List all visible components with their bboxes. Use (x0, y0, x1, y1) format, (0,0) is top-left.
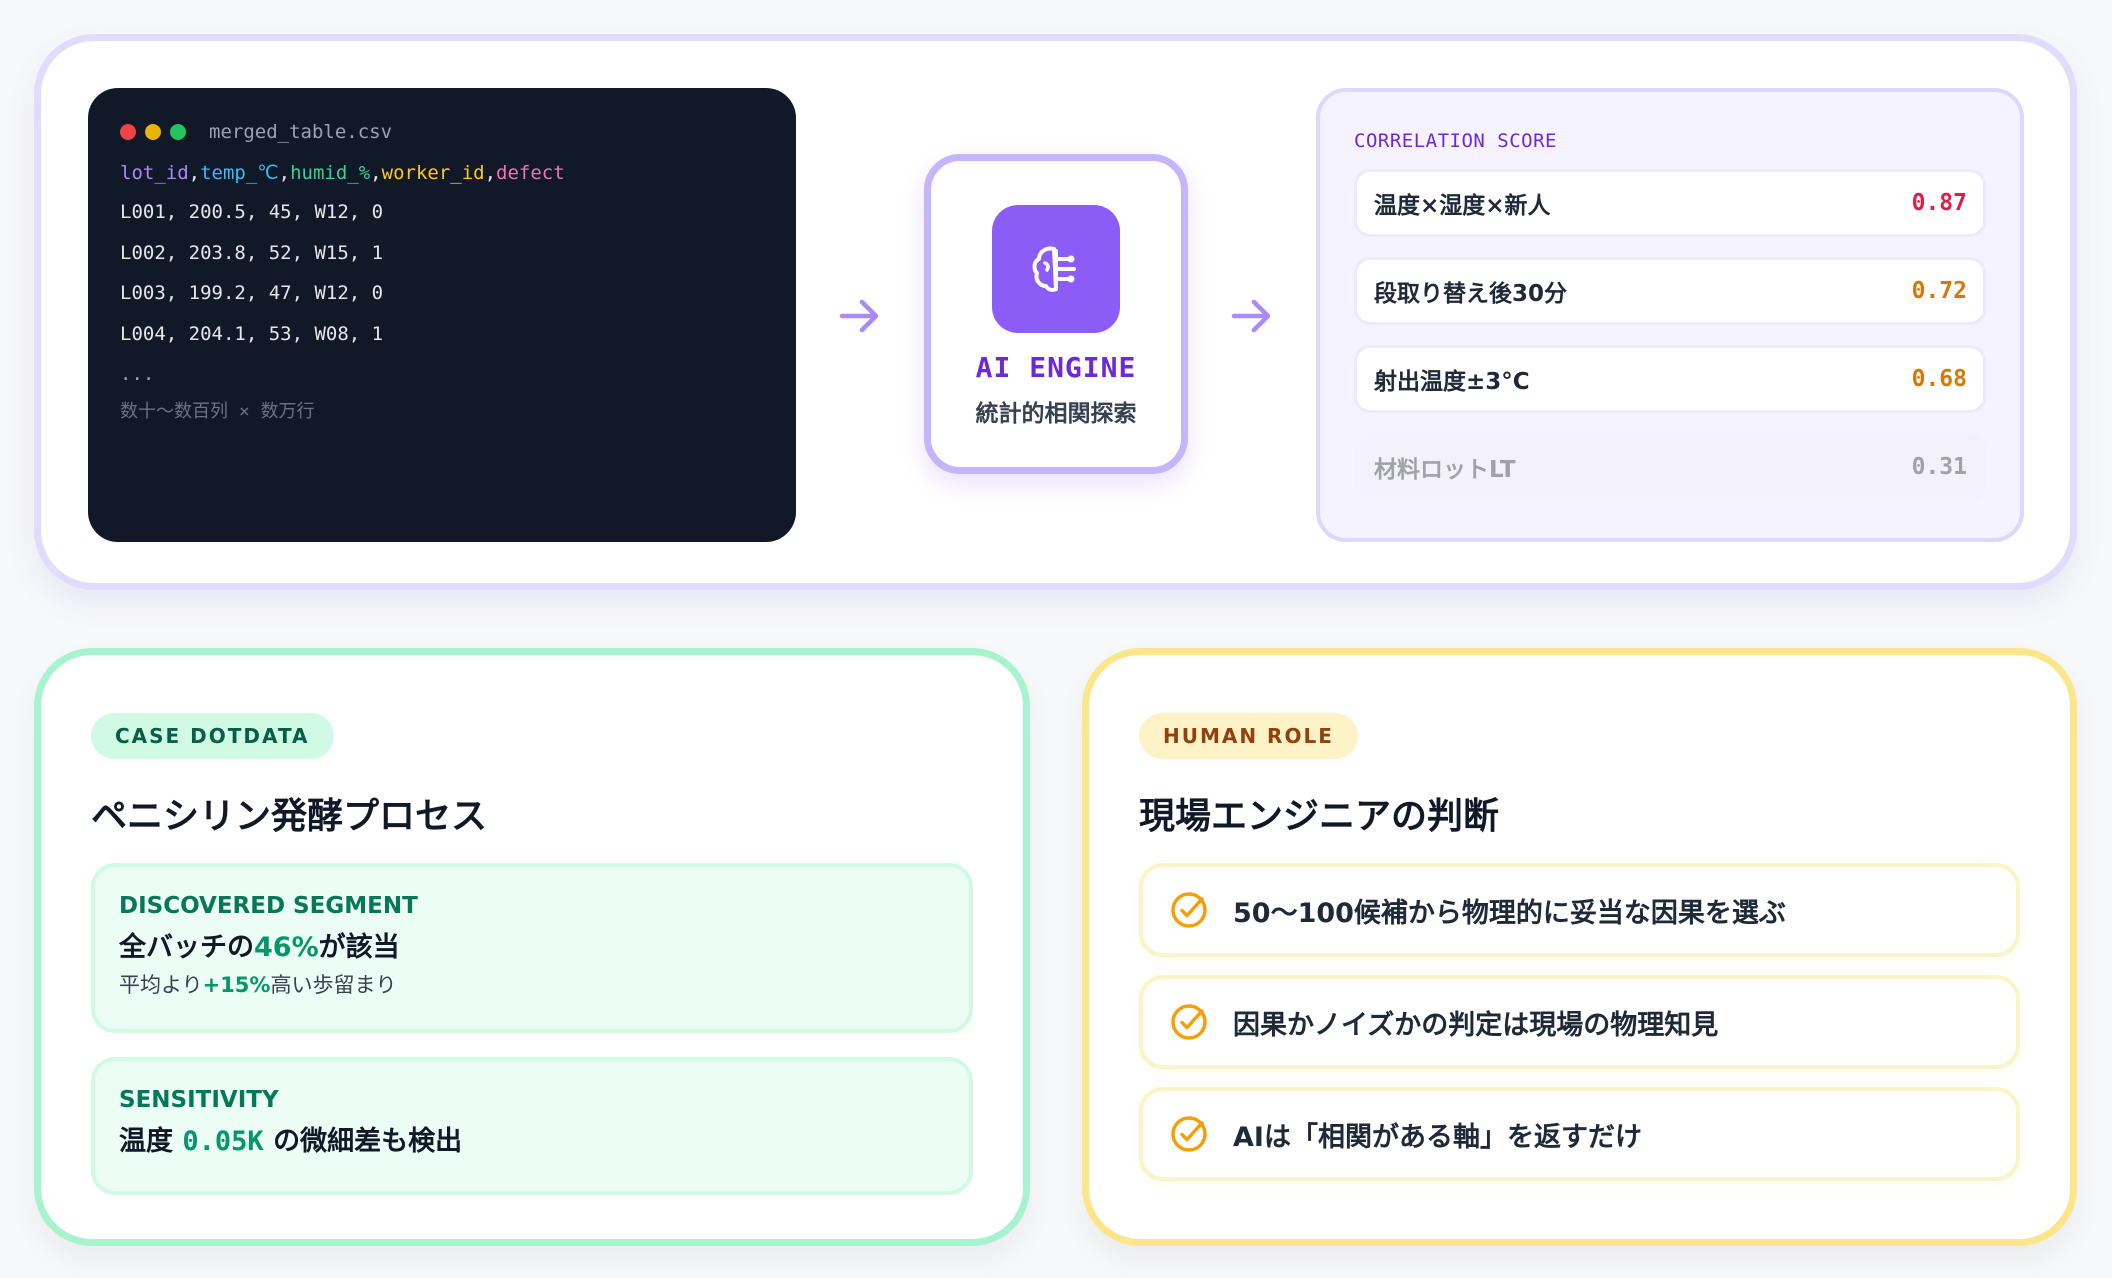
window-maximize-dot (170, 124, 186, 140)
sensitivity-suffix: の微細差も検出 (263, 1126, 463, 1157)
score-value: 0.72 (1911, 278, 1967, 304)
window-close-dot (120, 124, 136, 140)
segment-main-percent: 46% (254, 932, 319, 963)
csv-ellipsis: ... (120, 363, 155, 385)
role-item-text: 因果かノイズかの判定は現場の物理知見 (1233, 1009, 1719, 1041)
role-item: AIは「相関がある軸」を返すだけ (1139, 1087, 2020, 1181)
segment-main-prefix: 全バッチの (119, 932, 254, 963)
role-item: 因果かノイズかの判定は現場の物理知見 (1139, 975, 2020, 1069)
segment-label: DISCOVERED SEGMENT (119, 893, 418, 919)
case-title: ペニシリン発酵プロセス (91, 796, 488, 837)
role-item-text: AIは「相関がある軸」を返すだけ (1233, 1121, 1642, 1153)
csv-sep: , (484, 162, 497, 184)
csv-col-lot-id: lot_id (120, 162, 189, 184)
segment-main-suffix: が該当 (318, 932, 400, 963)
human-role-card: HUMAN ROLE 現場エンジニアの判断 50〜100候補から物理的に妥当な因… (1082, 648, 2077, 1246)
code-titlebar: merged_table.csv (120, 118, 764, 146)
score-panel-title: CORRELATION SCORE (1354, 130, 1557, 152)
csv-code-window: merged_table.csv lot_id, temp_℃, humid_%, w… (88, 88, 796, 542)
check-circle-icon (1169, 1002, 1209, 1042)
score-list: 温度×湿度×新人 0.87 段取り替え後30分 0.72 射出温度±3°C 0.… (1354, 169, 1986, 501)
segment-sub-percent: +15% (202, 973, 271, 997)
case-card: CASE DOTDATA ペニシリン発酵プロセス DISCOVERED SEGM… (34, 648, 1030, 1246)
window-minimize-dot (145, 124, 161, 140)
score-row: 射出温度±3°C 0.68 (1354, 345, 1986, 413)
correlation-score-panel: CORRELATION SCORE 温度×湿度×新人 0.87 段取り替え後30… (1316, 88, 2024, 542)
csv-data-row: L001, 200.5, 45, W12, 0 (120, 201, 384, 223)
csv-col-defect: defect (496, 162, 565, 184)
score-label: 材料ロットLT (1374, 457, 1516, 483)
sensitivity-main: 温度 0.05K の微細差も検出 (119, 1121, 945, 1163)
csv-data-row: L003, 199.2, 47, W12, 0 (120, 282, 384, 304)
csv-col-temp: temp_℃ (200, 162, 279, 184)
role-tag: HUMAN ROLE (1139, 713, 1358, 759)
segment-sub: 平均より+15%高い歩留まり (119, 969, 945, 1001)
engine-subtitle: 統計的相関探索 (975, 401, 1137, 427)
case-tag: CASE DOTDATA (91, 713, 334, 759)
sensitivity-box: SENSITIVITY 温度 0.05K の微細差も検出 (91, 1057, 973, 1195)
csv-data-row: L002, 203.8, 52, W15, 1 (120, 241, 384, 264)
arrow-right-icon (834, 290, 886, 342)
csv-sep: , (278, 162, 291, 184)
arrow-right-icon (1226, 290, 1278, 342)
score-label: 温度×湿度×新人 (1374, 193, 1551, 219)
score-value: 0.87 (1911, 190, 1967, 216)
sensitivity-value: 0.05K (182, 1126, 264, 1157)
segment-sub-suffix: 高い歩留まり (270, 973, 397, 997)
csv-col-worker-id: worker_id (381, 162, 485, 184)
sensitivity-label: SENSITIVITY (119, 1087, 279, 1113)
csv-header-row: lot_id, temp_℃, humid_%, worker_id, defect (120, 162, 764, 192)
csv-data-row: L004, 204.1, 53, W08, 1 (120, 322, 384, 345)
score-value: 0.68 (1911, 366, 1967, 392)
discovered-segment-box: DISCOVERED SEGMENT 全バッチの46%が該当 平均より+15%高… (91, 863, 973, 1033)
brain-circuit-icon (992, 205, 1120, 333)
check-circle-icon (1169, 890, 1209, 930)
score-label: 射出温度±3°C (1374, 369, 1530, 395)
check-circle-icon (1169, 1114, 1209, 1154)
role-item-text: 50〜100候補から物理的に妥当な因果を選ぶ (1233, 897, 1786, 929)
segment-main: 全バッチの46%が該当 (119, 927, 945, 969)
ai-engine-box: AI ENGINE 統計的相関探索 (924, 154, 1188, 474)
code-filename: merged_table.csv (209, 121, 393, 143)
score-row: 材料ロットLT 0.31 (1354, 433, 1986, 501)
score-row: 温度×湿度×新人 0.87 (1354, 169, 1986, 237)
csv-size-note: 数十〜数百列 × 数万行 (120, 401, 315, 422)
csv-sep: , (188, 162, 201, 184)
csv-col-humid: humid_% (290, 162, 371, 184)
engine-title: AI ENGINE (975, 351, 1137, 384)
score-label: 段取り替え後30分 (1374, 281, 1568, 307)
score-value: 0.31 (1911, 454, 1967, 480)
csv-sep: , (370, 162, 382, 184)
sensitivity-prefix: 温度 (119, 1126, 183, 1157)
score-row: 段取り替え後30分 0.72 (1354, 257, 1986, 325)
role-title: 現場エンジニアの判断 (1139, 796, 1500, 837)
role-item: 50〜100候補から物理的に妥当な因果を選ぶ (1139, 863, 2020, 957)
segment-sub-prefix: 平均より (119, 973, 203, 997)
